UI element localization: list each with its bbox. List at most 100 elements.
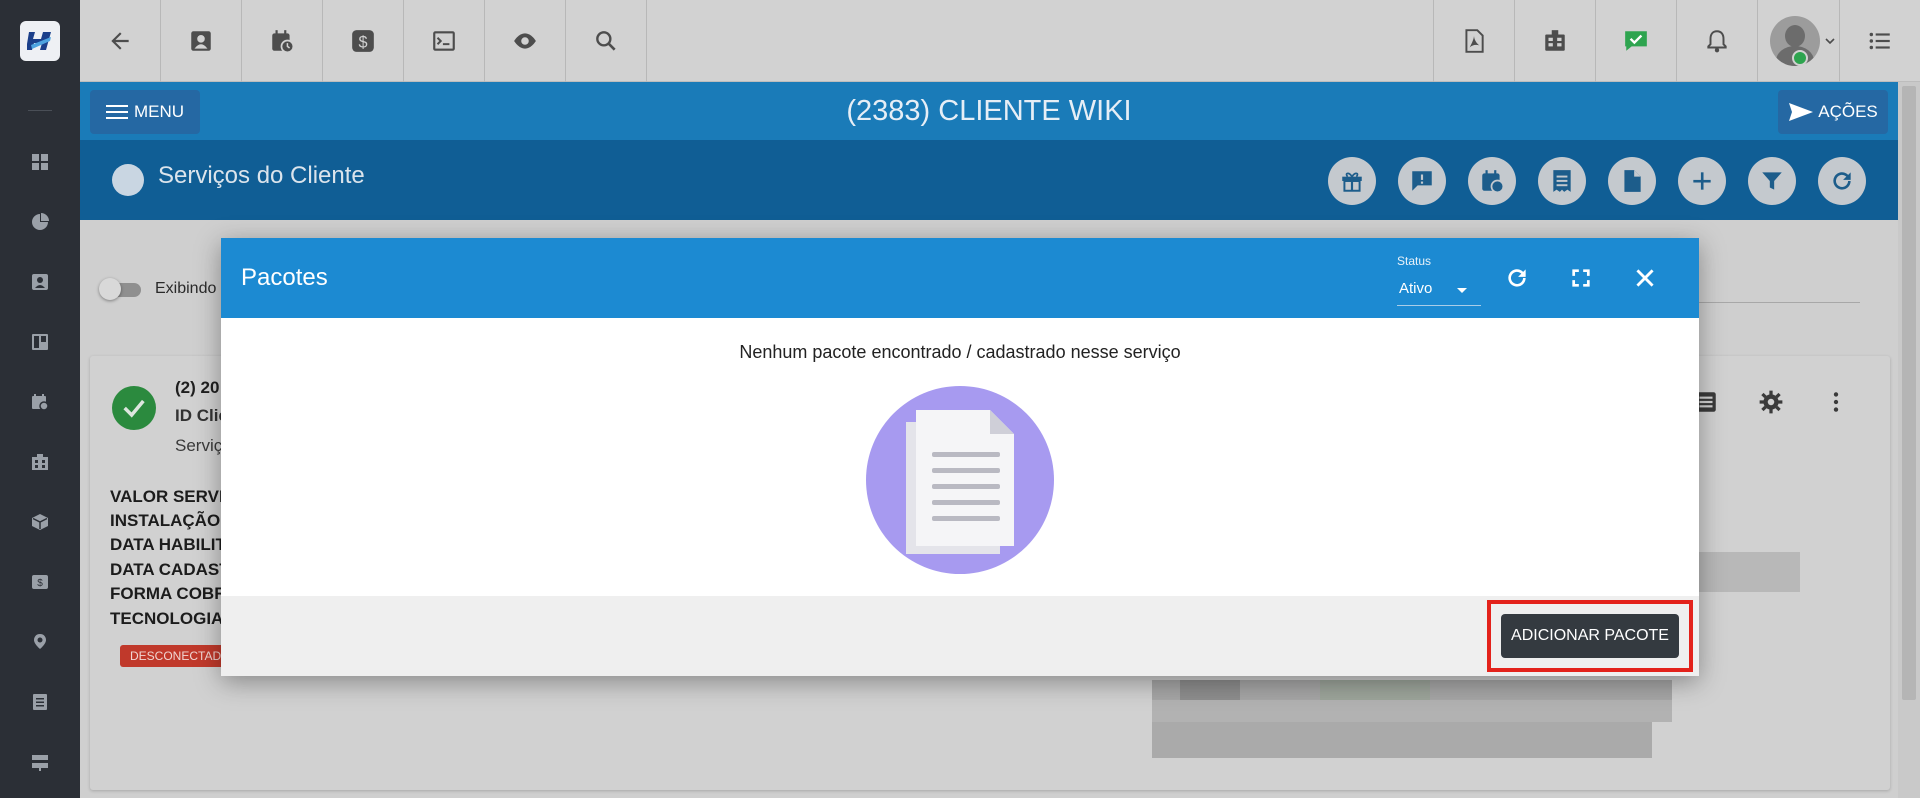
calendar-clock-icon <box>1482 170 1505 194</box>
arrow-left-icon <box>111 32 129 50</box>
info-tecnologia: TECNOLOGIA I <box>110 609 233 628</box>
tasks-button[interactable] <box>1595 0 1676 82</box>
sidebar-item-reports[interactable] <box>28 210 52 234</box>
info-valor: VALOR SERVIÇ <box>110 487 236 506</box>
sidebar-item-schedule[interactable] <box>28 390 52 414</box>
top-toolbar: $ <box>80 0 1920 82</box>
search-icon <box>596 31 616 51</box>
sidebar-item-inventory[interactable] <box>28 510 52 534</box>
sidebar-item-dashboard[interactable] <box>28 150 52 174</box>
contact-button[interactable] <box>161 0 242 82</box>
redacted-block <box>1690 552 1800 592</box>
add-button[interactable] <box>1678 157 1726 205</box>
sidebar-item-documents[interactable] <box>28 690 52 714</box>
sidebar-item-finance[interactable]: $ <box>28 570 52 594</box>
list-document-icon <box>33 694 47 710</box>
notifications-button[interactable] <box>1676 0 1757 82</box>
cube-icon <box>32 514 48 530</box>
bell-icon <box>1707 30 1727 53</box>
packages-modal: Pacotes Status Ativo Nenhum pacote encon… <box>221 238 1699 676</box>
message-alert-icon <box>1412 171 1432 191</box>
refresh-button[interactable] <box>1818 157 1866 205</box>
actions-button-label: AÇÕES <box>1818 102 1878 121</box>
card-settings-button[interactable] <box>1757 388 1785 416</box>
scrollbar-thumb[interactable] <box>1902 86 1916 700</box>
fullscreen-icon <box>1572 269 1590 287</box>
pdf-button[interactable] <box>1433 0 1514 82</box>
actions-button[interactable]: AÇÕES <box>1778 90 1888 134</box>
location-icon <box>34 634 46 649</box>
building-icon <box>1545 30 1565 51</box>
calendar-clock-icon <box>272 30 295 54</box>
online-status-icon <box>1792 50 1808 66</box>
redacted-block <box>1152 722 1652 758</box>
gift-button[interactable] <box>1328 157 1376 205</box>
schedule-circle-button[interactable] <box>1468 157 1516 205</box>
gift-icon <box>1342 172 1362 192</box>
sidebar-item-map[interactable] <box>28 630 52 654</box>
receipt-icon <box>1553 170 1571 192</box>
document-button[interactable] <box>1608 157 1656 205</box>
list-menu-button[interactable] <box>1839 0 1920 82</box>
contact-card-icon <box>191 31 211 51</box>
file-icon <box>1624 170 1641 192</box>
search-button[interactable] <box>566 0 647 82</box>
modal-close-button[interactable] <box>1629 262 1661 294</box>
svg-text:$: $ <box>358 34 367 52</box>
app-logo[interactable] <box>20 21 60 61</box>
globe-icon <box>112 164 144 196</box>
close-icon <box>1636 269 1654 287</box>
company-button[interactable] <box>1514 0 1595 82</box>
pdf-icon <box>1465 29 1484 53</box>
card-more-button[interactable] <box>1822 388 1850 416</box>
redacted-block <box>1180 680 1240 700</box>
page-scrollbar[interactable] <box>1898 82 1920 798</box>
modal-refresh-button[interactable] <box>1501 262 1533 294</box>
modal-header: Pacotes Status Ativo <box>221 238 1699 318</box>
finance-button[interactable]: $ <box>323 0 404 82</box>
chevron-down-icon <box>1825 38 1835 45</box>
active-check-icon <box>112 386 156 430</box>
building-icon <box>32 454 48 470</box>
sidebar-item-company[interactable] <box>28 450 52 474</box>
terminal-button[interactable] <box>404 0 485 82</box>
service-name: (2) 20 <box>175 378 220 397</box>
status-select-value: Ativo <box>1399 280 1433 297</box>
section-title: Serviços do Cliente <box>158 162 365 189</box>
filter-button[interactable] <box>1748 157 1796 205</box>
refresh-icon <box>1833 172 1851 190</box>
status-badge: DESCONECTAD <box>120 645 232 667</box>
modal-fullscreen-button[interactable] <box>1565 262 1597 294</box>
redacted-block <box>1320 680 1430 700</box>
kanban-icon <box>32 334 48 350</box>
status-filter-label: Status <box>1397 254 1432 268</box>
list-icon <box>1869 32 1890 50</box>
dollar-icon: $ <box>352 30 374 52</box>
view-button[interactable] <box>485 0 566 82</box>
service-type: Serviç <box>175 436 223 455</box>
user-menu[interactable] <box>1757 0 1839 82</box>
menu-button-label: MENU <box>133 102 185 121</box>
left-sidebar: $ <box>0 0 80 798</box>
back-button[interactable] <box>80 0 161 82</box>
message-check-icon <box>1625 31 1647 51</box>
page-title: (2383) CLIENTE WIKI <box>846 95 1132 127</box>
redacted-block <box>1152 700 1672 722</box>
hamburger-icon <box>105 105 128 119</box>
terminal-icon <box>433 31 455 51</box>
sidebar-item-network[interactable] <box>28 750 52 774</box>
contact-icon <box>32 274 48 290</box>
status-select[interactable]: Ativo <box>1397 276 1481 306</box>
sidebar-item-board[interactable] <box>28 330 52 354</box>
exhibit-toggle[interactable] <box>99 278 143 300</box>
refresh-icon <box>1508 269 1526 287</box>
sidebar-divider <box>28 110 52 111</box>
caret-down-icon <box>1457 288 1467 293</box>
menu-button[interactable]: MENU <box>90 90 200 134</box>
schedule-button[interactable] <box>242 0 323 82</box>
alert-message-button[interactable] <box>1398 157 1446 205</box>
sidebar-item-clients[interactable] <box>28 270 52 294</box>
server-icon <box>32 755 48 771</box>
receipt-button[interactable] <box>1538 157 1586 205</box>
more-vertical-icon <box>1833 392 1839 412</box>
